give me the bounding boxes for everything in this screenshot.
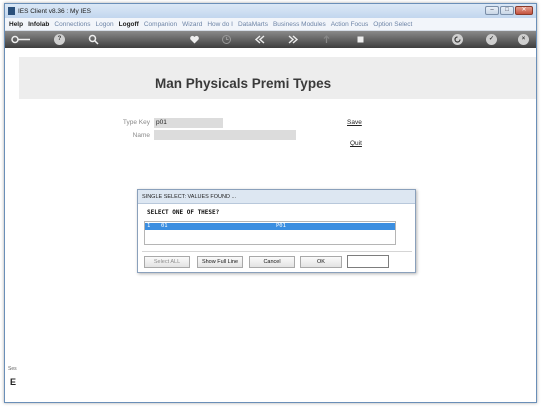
values-list[interactable]: 1 01 P01 bbox=[144, 221, 396, 245]
menu-infolab[interactable]: Infolab bbox=[28, 21, 49, 28]
title-bar: IES Client v8.36 : My IES – □ ✕ bbox=[5, 4, 536, 18]
minimize-button[interactable]: – bbox=[485, 6, 499, 15]
menu-logoff[interactable]: Logoff bbox=[119, 21, 139, 28]
window-title: IES Client v8.36 : My IES bbox=[18, 7, 91, 15]
maximize-button[interactable]: □ bbox=[500, 6, 514, 15]
dialog-title: SINGLE SELECT: VALUES FOUND ... bbox=[138, 190, 415, 204]
menu-companion[interactable]: Companion bbox=[144, 21, 177, 28]
menu-logon[interactable]: Logon bbox=[96, 21, 114, 28]
close-icon[interactable]: × bbox=[518, 34, 529, 45]
menu-wizard[interactable]: Wizard bbox=[182, 21, 202, 28]
menu-business-modules[interactable]: Business Modules bbox=[273, 21, 326, 28]
side-panel-icon[interactable]: E bbox=[10, 377, 16, 387]
menu-connections[interactable]: Connections bbox=[54, 21, 90, 28]
key-icon[interactable] bbox=[11, 34, 31, 45]
page-title: Man Physicals Premi Types bbox=[155, 76, 332, 91]
name-label: Name bbox=[132, 132, 150, 139]
fast-forward-icon[interactable] bbox=[288, 34, 299, 45]
list-item-number: 1 bbox=[147, 223, 151, 229]
type-key-value: p01 bbox=[156, 119, 167, 126]
app-window: IES Client v8.36 : My IES – □ ✕ Help Inf… bbox=[4, 3, 537, 403]
clock-icon[interactable] bbox=[221, 34, 232, 45]
window-controls: – □ ✕ bbox=[485, 6, 533, 15]
select-all-button[interactable]: Select ALL bbox=[144, 256, 190, 268]
search-icon[interactable] bbox=[88, 34, 99, 45]
main-content: Man Physicals Premi Types Type Key p01 N… bbox=[5, 48, 536, 402]
close-window-button[interactable]: ✕ bbox=[515, 6, 533, 15]
heart-icon[interactable] bbox=[189, 34, 200, 45]
app-logo-icon bbox=[8, 7, 15, 15]
list-item[interactable]: 1 01 P01 bbox=[145, 223, 395, 230]
dialog-blank-field[interactable] bbox=[347, 255, 389, 268]
menu-action-focus[interactable]: Action Focus bbox=[331, 21, 369, 28]
menu-datamarts[interactable]: DataMarts bbox=[238, 21, 268, 28]
menu-help[interactable]: Help bbox=[9, 21, 23, 28]
menu-bar: Help Infolab Connections Logon Logoff Co… bbox=[5, 18, 536, 31]
type-key-label: Type Key bbox=[122, 119, 150, 126]
list-item-description: P01 bbox=[276, 223, 286, 229]
toolbar: ? ✓ × bbox=[5, 31, 536, 48]
ok-button[interactable]: OK bbox=[300, 256, 342, 268]
stop-icon[interactable] bbox=[355, 34, 366, 45]
check-icon[interactable]: ✓ bbox=[486, 34, 497, 45]
dialog-divider bbox=[142, 251, 412, 252]
rewind-icon[interactable] bbox=[254, 34, 265, 45]
side-panel-text: Ses bbox=[8, 366, 17, 372]
upload-icon[interactable] bbox=[321, 34, 332, 45]
show-full-line-button[interactable]: Show Full Line bbox=[197, 256, 243, 268]
cancel-button[interactable]: Cancel bbox=[249, 256, 295, 268]
menu-option-select[interactable]: Option Select bbox=[373, 21, 412, 28]
menu-how-do-i[interactable]: How do I bbox=[207, 21, 233, 28]
quit-link[interactable]: Quit bbox=[350, 140, 362, 147]
name-field[interactable] bbox=[154, 130, 296, 140]
dialog-prompt: SELECT ONE OF THESE? bbox=[147, 209, 220, 216]
refresh-icon[interactable] bbox=[452, 34, 463, 45]
help-icon[interactable]: ? bbox=[54, 34, 65, 45]
select-dialog: SINGLE SELECT: VALUES FOUND ... SELECT O… bbox=[137, 189, 416, 273]
list-item-code: 01 bbox=[161, 223, 168, 229]
save-link[interactable]: Save bbox=[347, 119, 362, 126]
